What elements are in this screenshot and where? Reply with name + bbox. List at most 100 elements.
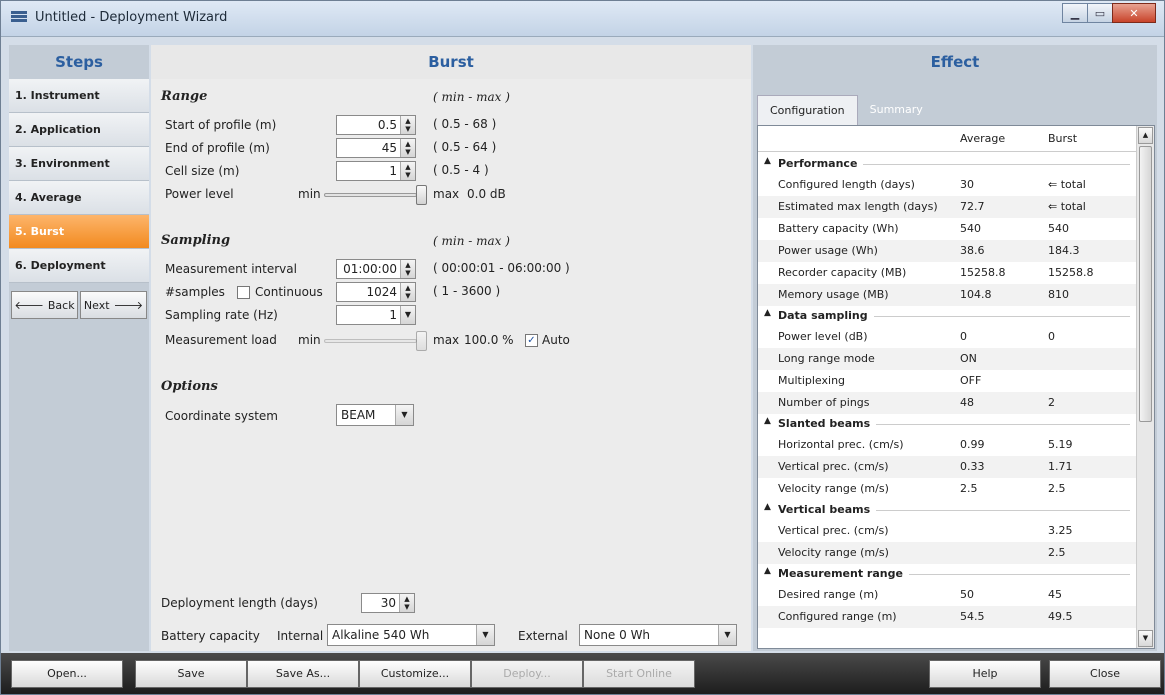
measurement-interval-label: Measurement interval (165, 262, 297, 276)
step-item[interactable]: 1. Instrument (9, 79, 149, 113)
row-label: Long range mode (778, 352, 875, 365)
power-level-thumb[interactable] (416, 185, 427, 205)
group-header[interactable]: ▲ Slanted beams (758, 414, 1136, 434)
burst-header: Burst (151, 45, 751, 79)
row-burst: 49.5 (1048, 610, 1073, 623)
auto-checkbox[interactable]: ✓ (525, 334, 538, 347)
spinner-arrows-icon[interactable]: ▲ ▼ (399, 594, 414, 612)
save-as-button[interactable]: Save As... (247, 660, 359, 688)
power-level-track (324, 193, 417, 197)
battery-capacity-label: Battery capacity (161, 629, 260, 643)
sampling-rate-value: 1 (389, 308, 397, 322)
cell-size-spinner[interactable]: 1 ▲ ▼ (336, 161, 416, 181)
internal-battery-dropdown[interactable]: Alkaline 540 Wh ▼ (327, 624, 495, 646)
deploy-button[interactable]: Deploy... (471, 660, 583, 688)
group-title: Vertical beams (778, 503, 877, 516)
close-window-button[interactable]: ✕ (1112, 3, 1156, 23)
group-header[interactable]: ▲ Performance (758, 154, 1136, 174)
coordinate-system-dropdown[interactable]: BEAM ▼ (336, 404, 414, 426)
customize-button[interactable]: Customize... (359, 660, 471, 688)
open-button[interactable]: Open... (11, 660, 123, 688)
scroll-up-icon[interactable]: ▲ (1138, 127, 1153, 144)
bottom-toolbar: Open... Save Save As... Customize... Dep… (1, 653, 1164, 694)
chevron-up-icon[interactable]: ▲ (764, 156, 771, 166)
grid-row: Power usage (Wh) 38.6 184.3 (758, 240, 1136, 262)
samples-spinner[interactable]: 1024 ▲ ▼ (336, 282, 416, 302)
start-of-profile-spinner[interactable]: 0.5 ▲ ▼ (336, 115, 416, 135)
chevron-up-icon[interactable]: ▲ (764, 416, 771, 426)
chevron-down-icon[interactable]: ▼ (400, 306, 415, 324)
coordinate-system-value: BEAM (341, 408, 376, 422)
chevron-up-icon[interactable]: ▲ (764, 566, 771, 576)
external-label: External (518, 629, 568, 643)
measurement-load-label: Measurement load (165, 333, 277, 347)
row-label: Number of pings (778, 396, 870, 409)
step-item[interactable]: 3. Environment (9, 147, 149, 181)
scroll-down-icon[interactable]: ▼ (1138, 630, 1153, 647)
save-button[interactable]: Save (135, 660, 247, 688)
step-list: 1. Instrument 2. Application 3. Environmen… (9, 79, 149, 283)
column-header-burst: Burst (1048, 132, 1078, 145)
end-of-profile-label: End of profile (m) (165, 141, 270, 155)
back-button[interactable]: 🡐 Back (11, 291, 78, 319)
measurement-load-min: min (298, 333, 321, 347)
range-minmax-header: ( min - max ) (433, 90, 510, 104)
row-burst: 184.3 (1048, 244, 1080, 257)
scrollbar-thumb[interactable] (1139, 146, 1152, 422)
tab-configuration[interactable]: Configuration (757, 95, 858, 125)
row-label: Recorder capacity (MB) (778, 266, 907, 279)
row-average: 0.33 (960, 460, 985, 473)
continuous-checkbox[interactable] (237, 286, 250, 299)
measurement-load-thumb[interactable] (416, 331, 427, 351)
row-label: Multiplexing (778, 374, 846, 387)
auto-label: Auto (542, 333, 570, 347)
effect-header: Effect (753, 45, 1157, 79)
row-burst: 5.19 (1048, 438, 1073, 451)
group-header[interactable]: ▲ Data sampling (758, 306, 1136, 326)
row-label: Desired range (m) (778, 588, 879, 601)
end-of-profile-spinner[interactable]: 45 ▲ ▼ (336, 138, 416, 158)
step-item[interactable]: 5. Burst (9, 215, 149, 249)
group-header[interactable]: ▲ Measurement range (758, 564, 1136, 584)
close-button[interactable]: Close (1049, 660, 1161, 688)
measurement-interval-spinner[interactable]: 01:00:00 ▲ ▼ (336, 259, 416, 279)
chevron-up-icon[interactable]: ▲ (764, 308, 771, 318)
chevron-up-icon[interactable]: ▲ (764, 502, 771, 512)
spinner-arrows-icon[interactable]: ▲ ▼ (400, 139, 415, 157)
chevron-down-icon[interactable]: ▼ (476, 625, 494, 645)
steps-panel: Steps 1. Instrument 2. Application 3. Envi… (9, 45, 149, 651)
spinner-arrows-icon[interactable]: ▲ ▼ (400, 116, 415, 134)
measurement-load-slider[interactable] (324, 331, 427, 351)
row-average: 72.7 (960, 200, 985, 213)
grid-header: Average Burst (758, 126, 1136, 152)
start-online-button[interactable]: Start Online (583, 660, 695, 688)
power-level-slider[interactable] (324, 185, 427, 205)
deployment-length-spinner[interactable]: 30 ▲ ▼ (361, 593, 415, 613)
sampling-section-title: Sampling (161, 233, 231, 248)
step-item[interactable]: 6. Deployment (9, 249, 149, 283)
chevron-down-icon[interactable]: ▼ (395, 405, 413, 425)
step-item[interactable]: 2. Application (9, 113, 149, 147)
chevron-down-icon[interactable]: ▼ (718, 625, 736, 645)
power-level-label: Power level (165, 187, 234, 201)
row-average: 104.8 (960, 288, 992, 301)
sampling-rate-dropdown[interactable]: 1 ▼ (336, 305, 416, 325)
row-burst: 1.71 (1048, 460, 1073, 473)
spinner-arrows-icon[interactable]: ▲ ▼ (400, 260, 415, 278)
grid-scrollbar[interactable]: ▲ ▼ (1136, 126, 1154, 648)
group-header[interactable]: ▲ Vertical beams (758, 500, 1136, 520)
step-item[interactable]: 4. Average (9, 181, 149, 215)
options-section-title: Options (161, 379, 218, 394)
internal-battery-value: Alkaline 540 Wh (332, 628, 430, 642)
maximize-button[interactable]: ▭ (1087, 3, 1113, 23)
row-average: 540 (960, 222, 981, 235)
row-average: 38.6 (960, 244, 985, 257)
spinner-arrows-icon[interactable]: ▲ ▼ (400, 162, 415, 180)
minimize-button[interactable]: ▁ (1062, 3, 1088, 23)
cell-size-label: Cell size (m) (165, 164, 240, 178)
spinner-arrows-icon[interactable]: ▲ ▼ (400, 283, 415, 301)
help-button[interactable]: Help (929, 660, 1041, 688)
next-button[interactable]: Next 🡒 (80, 291, 147, 319)
external-battery-dropdown[interactable]: None 0 Wh ▼ (579, 624, 737, 646)
tab-summary[interactable]: Summary (858, 95, 935, 125)
